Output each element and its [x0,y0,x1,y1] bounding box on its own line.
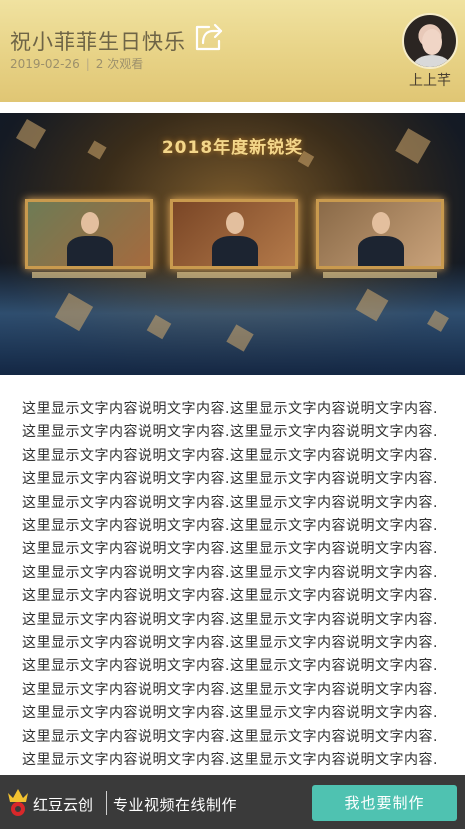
video-title: 祝小菲菲生日快乐 [10,30,186,54]
person-body [358,236,404,266]
photo-frame [316,199,444,278]
video-meta: 2019-02-26 | 2 次观看 [10,55,143,72]
author-name[interactable]: 上上芊 [398,70,462,90]
banner-title: 2018年度新锐奖 [161,138,304,158]
description-text: 这里显示文字内容说明文字内容.这里显示文字内容说明文字内容.这里显示文字内容说明… [22,401,438,792]
photo-caption [323,272,437,278]
footer-bar: 红豆云创 专业视频在线制作 我也要制作 [0,775,465,829]
photo-frame [25,199,153,278]
share-icon[interactable] [193,21,225,53]
photo-caption [32,272,146,278]
brand-slogan: 专业视频在线制作 [113,796,238,814]
person-head [372,212,390,234]
make-video-button[interactable]: 我也要制作 [312,785,457,821]
avatar-face [422,29,442,55]
person-body [67,236,113,266]
view-count: 2 次观看 [95,57,144,71]
person-head [226,212,244,234]
person-body [212,236,258,266]
video-cover-image[interactable]: 2018年度新锐奖 [0,113,465,375]
avatar-shirt [414,55,450,67]
photo-frame [170,199,298,278]
photo-caption [177,272,291,278]
publish-date: 2019-02-26 [10,57,80,71]
meta-separator: | [85,57,90,71]
person-head [81,212,99,234]
brand-name[interactable]: 红豆云创 [33,794,93,815]
author-avatar[interactable] [402,13,458,69]
video-header: 祝小菲菲生日快乐 2019-02-26 | 2 次观看 上上芊 [0,0,465,102]
footer-divider [106,791,107,815]
crown-logo-icon [8,789,28,816]
